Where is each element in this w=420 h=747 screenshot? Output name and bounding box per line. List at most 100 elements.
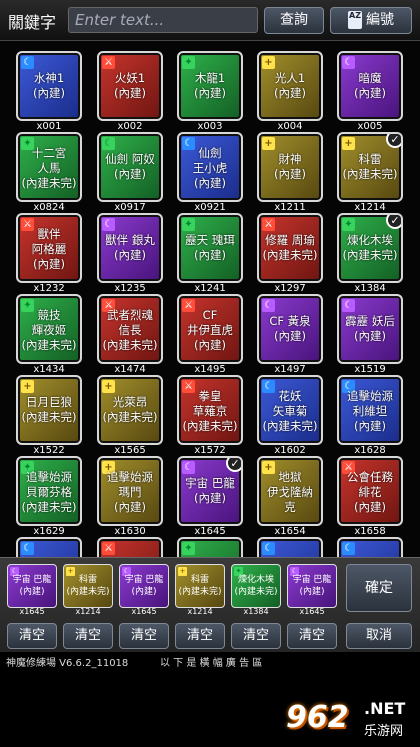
character-card[interactable]: ⚔ 獸伴 阿格麗 (內建) xyxy=(16,213,82,283)
character-card[interactable]: ☾ 花妖 矢車菊 (內建未完) xyxy=(257,375,323,445)
character-card[interactable]: ✦ 木龍1 (內建) xyxy=(177,51,243,121)
character-card[interactable]: ☾ 霹靂 妖后 (內建) xyxy=(337,294,403,364)
clear-button[interactable]: 清空 xyxy=(287,623,337,649)
selected-card-slot[interactable]: ☾ 宇宙 巴龍 (內建) xyxy=(7,564,57,608)
character-card[interactable]: ☾ 水神1 (內建) xyxy=(16,51,82,121)
character-card[interactable]: + 光人1 (內建) xyxy=(257,51,323,121)
selected-check-icon: ✓ xyxy=(386,215,401,229)
card-id: x0921 xyxy=(194,202,226,213)
card-id: x1628 xyxy=(354,445,386,456)
character-card[interactable]: ☾ 獸伴 銀丸 (內建) xyxy=(97,213,163,283)
selected-card-slot[interactable]: ✦ 煉化木埃 (內建未完) xyxy=(231,564,281,608)
card-id: x1658 xyxy=(354,526,386,537)
card-id: x1214 xyxy=(354,202,386,213)
green-attribute-icon: ✦ xyxy=(342,218,355,231)
character-card[interactable]: + 日月巨狼 (內建未完) xyxy=(16,375,82,445)
character-card[interactable]: ✦ 競技 輝夜姬 (內建未完) xyxy=(16,294,82,364)
card-id: x1474 xyxy=(114,364,146,375)
character-card[interactable]: ⚔ 公會任務 緋花 (內建) xyxy=(337,456,403,526)
blue-attribute-icon: ☾ xyxy=(21,542,34,555)
cancel-button[interactable]: 取消 xyxy=(346,623,412,649)
clear-button[interactable]: 清空 xyxy=(7,623,57,649)
character-card[interactable]: ☾ 宇宙 巴龍 (內建) ✓ xyxy=(177,456,243,526)
character-card[interactable]: ☾ 仙劍 王小虎 (內建) xyxy=(177,132,243,202)
character-card[interactable]: ⚔ CF 井伊直虎 (內建) xyxy=(177,294,243,364)
character-card[interactable]: ⚔ 武者烈魂 信長 (內建未完) xyxy=(97,294,163,364)
selected-card-slot[interactable]: ☾ 宇宙 巴龍 (內建) xyxy=(119,564,169,608)
card-name: 地獄 伊戈隆納 克 xyxy=(267,470,313,514)
character-card[interactable]: ☾三國2 xyxy=(16,537,82,557)
clear-button[interactable]: 清空 xyxy=(231,623,281,649)
clear-button[interactable]: 清空 xyxy=(63,623,113,649)
character-card[interactable]: ✦ 靂天 瑰珥 (內建) xyxy=(177,213,243,283)
character-card[interactable]: ⚔ xyxy=(97,537,163,557)
character-card[interactable]: ☾ 仙劍 阿奴 (內建) xyxy=(97,132,163,202)
card-id: x0824 xyxy=(33,202,65,213)
card-name: 追擊始源 利維坦 (內建) xyxy=(347,389,393,433)
card-name: 火妖1 (內建) xyxy=(114,71,146,100)
character-card[interactable]: ☾ xyxy=(337,537,403,557)
selected-card-id: x1645 xyxy=(19,607,45,616)
card-id: x002 xyxy=(117,121,143,132)
card-id: x1522 xyxy=(33,445,65,456)
selected-card-name: 科雷 (內建未完) xyxy=(178,575,222,597)
card-id: x1602 xyxy=(274,445,306,456)
card-id: x005 xyxy=(357,121,383,132)
confirm-button[interactable]: 確定 xyxy=(346,564,412,612)
sort-button[interactable]: AZ 編號 xyxy=(330,7,412,34)
sort-az-icon: AZ xyxy=(348,11,362,29)
search-input[interactable] xyxy=(68,7,258,33)
character-card[interactable]: ☾ 追擊始源 利維坦 (內建) xyxy=(337,375,403,445)
card-name: 十二宮 人馬 (內建未完) xyxy=(21,146,77,190)
green-attribute-icon: ✦ xyxy=(182,56,195,69)
card-name: 花妖 矢車菊 (內建未完) xyxy=(262,389,318,433)
red-attribute-icon: ⚔ xyxy=(262,218,275,231)
selected-card-name: 宇宙 巴龍 (內建) xyxy=(292,575,332,597)
character-card[interactable]: ✦ 十二宮 人馬 (內建未完) xyxy=(16,132,82,202)
card-name: 競技 輝夜姬 (內建未完) xyxy=(21,308,77,352)
character-card[interactable]: ✦ 煉化木埃 (內建未完) ✓ xyxy=(337,213,403,283)
card-id: x001 xyxy=(36,121,62,132)
card-id: x1495 xyxy=(194,364,226,375)
card-name: 日月巨狼 (內建未完) xyxy=(21,395,77,424)
character-card[interactable]: + 科雷 (內建未完) ✓ xyxy=(337,132,403,202)
character-card[interactable]: + 財神 (內建) xyxy=(257,132,323,202)
purple-attribute-icon: ☾ xyxy=(102,218,115,231)
card-name: CF 井伊直虎 (內建) xyxy=(187,308,233,352)
character-card[interactable]: ☾ 暗魔 (內建) xyxy=(337,51,403,121)
selected-card-slot[interactable]: ☾ 宇宙 巴龍 (內建) xyxy=(287,564,337,608)
selected-card-slot[interactable]: + 科雷 (內建未完) xyxy=(63,564,113,608)
character-card[interactable]: ✦ xyxy=(177,537,243,557)
character-card[interactable]: ⚔ 火妖1 (內建) xyxy=(97,51,163,121)
card-grid: ☾ 水神1 (內建) x001 ⚔ 火妖1 (內建) x002 ✦ 木龍1 (內建) x003 +… xyxy=(0,41,420,557)
card-name: 煉化木埃 (內建未完) xyxy=(342,233,398,262)
selected-card-id: x1214 xyxy=(75,607,101,616)
blue-attribute-icon: ☾ xyxy=(342,542,355,555)
card-id: x1645 xyxy=(194,526,226,537)
character-card[interactable]: + 光萊昂 (內建未完) xyxy=(97,375,163,445)
selected-check-icon: ✓ xyxy=(226,458,241,472)
blue-attribute-icon: ☾ xyxy=(262,542,275,555)
clear-button[interactable]: 清空 xyxy=(175,623,225,649)
search-bar: 關鍵字 查詢 AZ編號 xyxy=(0,0,420,41)
selected-card-slot[interactable]: + 科雷 (內建未完) xyxy=(175,564,225,608)
character-card[interactable]: ☾ CF 黃泉 (內建) xyxy=(257,294,323,364)
card-name: 仙劍 王小虎 (內建) xyxy=(192,146,228,190)
character-card[interactable]: ✦ 追擊始源 貝爾芬格 (內建未完) xyxy=(16,456,82,526)
character-card[interactable]: ⚔ 拳皇 草薙京 (內建未完) xyxy=(177,375,243,445)
selected-card-name: 宇宙 巴龍 (內建) xyxy=(124,575,164,597)
card-id: x1235 xyxy=(114,283,146,294)
character-card[interactable]: ⚔ 修羅 周瑜 (內建未完) xyxy=(257,213,323,283)
card-name: 仙劍 阿奴 (內建) xyxy=(105,152,155,181)
card-name: 木龍1 (內建) xyxy=(194,71,226,100)
card-id: x003 xyxy=(197,121,223,132)
clear-button[interactable]: 清空 xyxy=(119,623,169,649)
query-button[interactable]: 查詢 xyxy=(264,7,324,34)
yellow-attribute-icon: + xyxy=(102,380,115,393)
purple-attribute-icon: ☾ xyxy=(342,56,355,69)
card-id: x1497 xyxy=(274,364,306,375)
character-card[interactable]: + 追擊始源 瑪門 (內建) xyxy=(97,456,163,526)
card-name: 霹靂 妖后 (內建) xyxy=(345,314,395,343)
character-card[interactable]: + 地獄 伊戈隆納 克 xyxy=(257,456,323,526)
character-card[interactable]: ☾CF2 xyxy=(257,537,323,557)
